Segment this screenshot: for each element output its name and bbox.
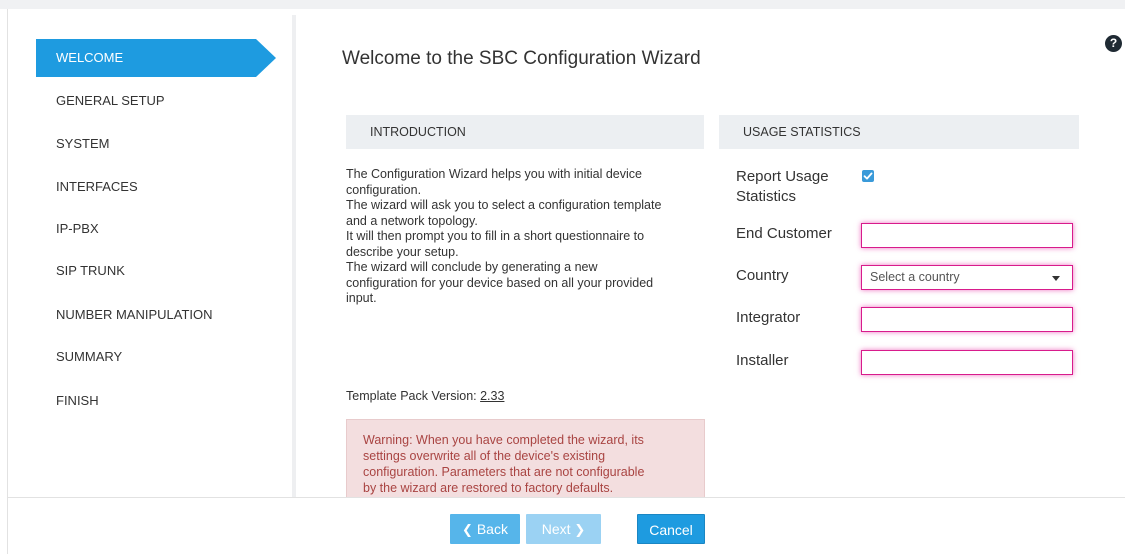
warning-alert: Warning: When you have completed the wiz…: [346, 419, 705, 497]
intro-line: configuration for your device based on a…: [346, 275, 654, 290]
intro-line: The wizard will ask you to select a conf…: [346, 198, 662, 212]
step-number-manipulation[interactable]: NUMBER MANIPULATION: [36, 296, 276, 334]
warning-line: settings overwrite all of the device's e…: [363, 449, 606, 463]
warning-line: by the wizard are restored to factory de…: [363, 481, 614, 495]
next-button[interactable]: Next ❯: [526, 514, 601, 544]
check-icon: [863, 172, 873, 180]
step-sip-trunk[interactable]: SIP TRUNK: [36, 252, 276, 290]
end-customer-label: End Customer: [736, 225, 832, 242]
step-interfaces[interactable]: INTERFACES: [36, 168, 276, 206]
chevron-left-icon: ❮: [462, 522, 473, 537]
intro-line: input.: [346, 291, 377, 305]
step-summary[interactable]: SUMMARY: [36, 338, 276, 376]
top-strip: [0, 0, 1125, 9]
help-icon[interactable]: ?: [1105, 35, 1122, 52]
step-welcome[interactable]: WELCOME: [36, 39, 276, 77]
intro-line: It will then prompt you to fill in a sho…: [346, 229, 645, 243]
intro-line: and a network topology.: [346, 213, 478, 228]
report-usage-label: Report Usage Statistics: [736, 167, 829, 207]
template-pack-version: Template Pack Version: 2.33: [346, 389, 504, 403]
introduction-header: INTRODUCTION: [346, 115, 704, 149]
introduction-text: The Configuration Wizard helps you with …: [346, 167, 706, 307]
caret-down-icon: [1052, 276, 1060, 281]
template-version-label: Template Pack Version:: [346, 389, 477, 403]
installer-input[interactable]: [861, 350, 1073, 375]
usage-statistics-header: USAGE STATISTICS: [719, 115, 1079, 149]
back-button-label: Back: [476, 521, 508, 537]
intro-line: describe your setup.: [346, 244, 459, 259]
step-system[interactable]: SYSTEM: [36, 125, 276, 163]
step-ip-pbx[interactable]: IP-PBX: [36, 210, 276, 248]
step-finish[interactable]: FINISH: [36, 382, 276, 420]
page-title: Welcome to the SBC Configuration Wizard: [342, 48, 701, 69]
chevron-right-icon: ❯: [574, 522, 586, 537]
back-button[interactable]: ❮ Back: [450, 514, 520, 544]
step-general-setup[interactable]: GENERAL SETUP: [36, 82, 276, 120]
warning-line: configuration. Parameters that are not c…: [363, 465, 645, 479]
cancel-button[interactable]: Cancel: [637, 514, 705, 544]
integrator-label: Integrator: [736, 309, 801, 326]
warning-line: Warning: When you have completed the wiz…: [363, 433, 644, 447]
installer-label: Installer: [736, 352, 789, 369]
country-select-value: Select a country: [870, 270, 960, 284]
country-select[interactable]: Select a country: [861, 265, 1073, 290]
country-label: Country: [736, 267, 789, 284]
integrator-input[interactable]: [861, 307, 1073, 332]
intro-line: The Configuration Wizard helps you with …: [346, 167, 642, 181]
report-usage-label-line1: Report Usage: [736, 168, 829, 185]
template-version-link[interactable]: 2.33: [480, 389, 504, 403]
end-customer-input[interactable]: [861, 223, 1073, 248]
intro-line: The wizard will conclude by generating a…: [346, 260, 598, 274]
sidebar-divider: [292, 15, 296, 497]
report-usage-checkbox[interactable]: [862, 170, 874, 182]
next-button-label: Next: [541, 521, 571, 537]
intro-line: configuration.: [346, 182, 422, 197]
report-usage-label-line2: Statistics: [736, 188, 797, 205]
